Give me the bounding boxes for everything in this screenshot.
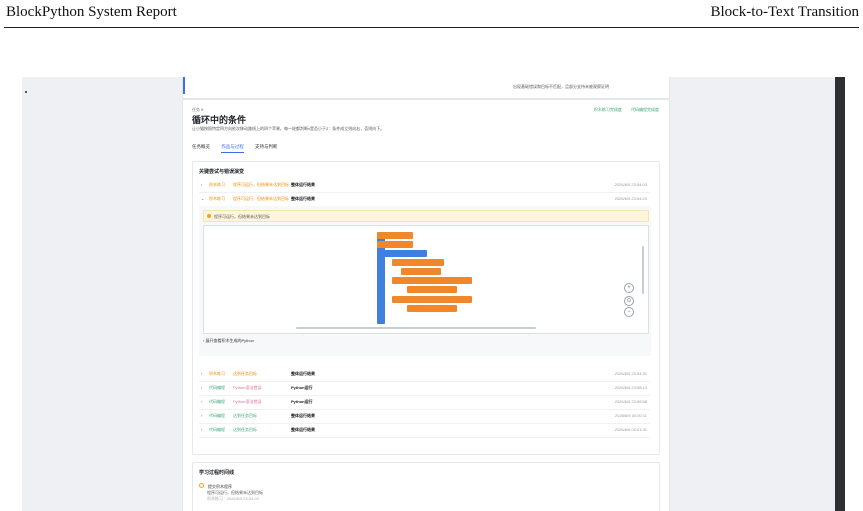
chevron-down-icon: ⌄ [201, 196, 205, 201]
attempt-status: 程序可运行，但结果未达到目标 [233, 182, 289, 187]
attempt-time: 2026/6/6 00:01:31 [614, 427, 647, 432]
task-title: 循环中的条件 [192, 115, 247, 125]
timeline-title: 学习过程时间线 [199, 470, 235, 476]
task-description: 让小猫按照特定四方向依次移动路线上的四个苹果。每一轮都判断x是否小于2：条件成立… [192, 126, 385, 131]
zoom-in-icon[interactable]: + [624, 283, 634, 293]
zoom-out-icon[interactable]: − [624, 307, 634, 317]
python-toggle-label: 展开查看积木生成的Python [205, 338, 254, 343]
header-rule [4, 27, 859, 28]
attempt-time: 2026/6/5 23:58:13 [614, 385, 647, 390]
learning-timeline: 学习过程时间线 提交积木程序 程序可运行，但结果未达到目标 积木练习 · 202… [192, 462, 660, 511]
attempt-mode: 代码编程 [209, 413, 225, 418]
tab-work-process[interactable]: 作品与过程 [221, 144, 244, 153]
attempt-time: 2026/6/5 23:54:31 [614, 371, 647, 376]
timeline-entry: 提交积木程序 程序可运行，但结果未达到目标 积木练习 · 2026/6/5 23… [199, 483, 263, 502]
chevron-right-icon: › [201, 385, 203, 390]
paper-header: BlockPython System Report Block-to-Text … [0, 0, 863, 30]
warning-message: 程序可运行，但结果未达到目标 [214, 213, 270, 219]
attempt-time: 2026/6/6 00:00:11 [615, 413, 647, 418]
attempt-status: Python语法错误 [233, 399, 262, 404]
warning-icon [207, 213, 211, 218]
move-block[interactable] [377, 241, 413, 248]
attempt-row[interactable]: › 代码编程 Python语法错误 Python运行 2026/6/5 23:5… [199, 395, 651, 410]
warning-banner: 程序可运行，但结果未达到目标 [203, 210, 649, 222]
workspace-vscroll[interactable] [642, 246, 644, 294]
attempt-mode: 代码编程 [209, 399, 225, 404]
workspace-hscroll[interactable] [296, 327, 536, 329]
page-scrollbar[interactable] [835, 77, 845, 511]
attempt-mode: 积木练习 [209, 182, 225, 187]
attempt-status: 达到任务目标 [233, 427, 257, 432]
attempt-row-expanded[interactable]: ⌄ 积木练习 程序可运行，但结果未达到目标 整体运行结果 2026/6/5 23… [199, 192, 651, 207]
chevron-right-icon: › [201, 399, 203, 404]
block-completion-link[interactable]: 积木练习完成度 [594, 107, 622, 112]
code-completion-link[interactable]: 代码编程完成度 [631, 107, 659, 112]
condition-block[interactable] [401, 268, 441, 275]
attempt-time: 2026/6/5 23:59:58 [614, 399, 647, 404]
attempt-mode: 代码编程 [209, 385, 225, 390]
attempt-row[interactable]: › 代码编程 Python语法错误 Python运行 2026/6/5 23:5… [199, 381, 651, 396]
attempt-status: 达到任务目标 [233, 413, 257, 418]
attempt-result: 整体运行结果 [291, 427, 315, 432]
attempt-row[interactable]: › 积木练习 程序可运行，但结果未达到目标 整体运行结果 2026/6/5 23… [199, 178, 651, 193]
attempt-mode: 积木练习 [209, 196, 225, 201]
attempt-status: 达到任务目标 [233, 371, 257, 376]
zoom-reset-icon[interactable]: ⊙ [624, 296, 634, 306]
block-workspace[interactable]: + ⊙ − [203, 225, 649, 334]
attempt-result: 整体运行结果 [291, 371, 315, 376]
attempt-row[interactable]: › 积木练习 达到任务目标 整体运行结果 2026/6/5 23:54:31 [199, 367, 651, 382]
condition-block[interactable] [392, 259, 444, 266]
attempt-result: 整体运行结果 [291, 196, 315, 201]
cursor-dot [25, 91, 27, 93]
timeline-dot-icon [199, 483, 204, 488]
attempt-time: 2026/6/5 23:54:03 [614, 182, 647, 187]
attempt-result: 整体运行结果 [291, 182, 315, 187]
attempt-row[interactable]: › 代码编程 达到任务目标 整体运行结果 2026/6/6 00:00:11 [199, 409, 651, 424]
running-title-left: BlockPython System Report [6, 4, 177, 20]
chevron-right-icon: › [201, 371, 203, 376]
task-tabs: 任务概览 作品与过程 支持与判断 [192, 144, 288, 153]
attempt-result: Python运行 [291, 385, 313, 390]
move-block[interactable] [407, 286, 457, 293]
attempts-section: 关键尝试与错误演变 › 积木练习 程序可运行，但结果未达到目标 整体运行结果 2… [192, 161, 660, 455]
chevron-right-icon: › [201, 427, 203, 432]
python-toggle[interactable]: › 展开查看积木生成的Python [203, 338, 254, 344]
tab-support[interactable]: 支持与判断 [255, 144, 278, 152]
task-links: 积木练习完成度 代码编程完成度 [586, 107, 659, 113]
chevron-right-icon: › [201, 413, 203, 418]
attempts-title: 关键尝试与错误演变 [199, 169, 245, 175]
attempt-mode: 代码编程 [209, 427, 225, 432]
app-screenshot: 出现基础错误和目标不匹配，且部分支持未被观察证明 任务 8 循环中的条件 让小猫… [22, 77, 845, 511]
move-block[interactable] [377, 232, 413, 239]
attempt-result: 整体运行结果 [291, 413, 315, 418]
previous-task-note: 出现基础错误和目标不匹配，且部分支持未被观察证明 [513, 84, 609, 89]
attempt-status: Python语法错误 [233, 385, 262, 390]
if-block[interactable] [392, 277, 472, 284]
chevron-right-icon: › [201, 182, 203, 187]
attempt-time: 2026/6/5 23:54:23 [614, 196, 647, 201]
attempt-row[interactable]: › 代码编程 达到任务目标 整体运行结果 2026/6/6 00:01:31 [199, 423, 651, 438]
timeline-event: 提交积木程序 [208, 484, 232, 489]
attempt-result: Python运行 [291, 399, 313, 404]
previous-task-card: 出现基础错误和目标不匹配，且部分支持未被观察证明 [182, 77, 670, 99]
task-card: 任务 8 循环中的条件 让小猫按照特定四方向依次移动路线上的四个苹果。每一轮都判… [182, 99, 670, 511]
tab-overview[interactable]: 任务概览 [192, 144, 210, 152]
accent-bar [183, 77, 185, 94]
move-block[interactable] [407, 305, 457, 312]
else-block[interactable] [392, 296, 472, 303]
running-title-right: Block-to-Text Transition [710, 4, 859, 20]
attempt-detail: 程序可运行，但结果未达到目标 + ⊙ − › 展开查看积木生成的Python [199, 206, 651, 356]
timeline-meta: 积木练习 · 2026/6/5 23:54:03 [207, 496, 259, 501]
repeat-block[interactable] [377, 250, 427, 257]
attempt-mode: 积木练习 [209, 371, 225, 376]
attempt-status: 程序可运行，但结果未达到目标 [233, 196, 289, 201]
